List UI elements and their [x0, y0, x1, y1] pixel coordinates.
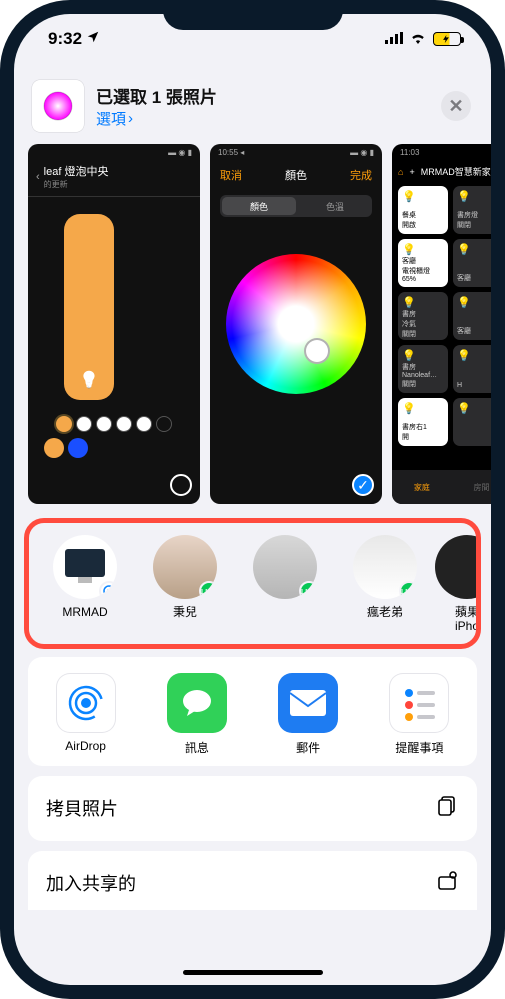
app-label: 提醒事項	[395, 739, 443, 756]
color-presets-row1	[28, 416, 200, 432]
photo-item-3[interactable]: 11:03▬ ◉ ▮ ⌂ + MRMAD智慧新家 💡餐桌 開啟💡書房燈 關閉💡客…	[392, 144, 491, 504]
photo3-home-name: MRMAD智慧新家	[421, 165, 491, 178]
share-contact[interactable]: LINE 瘋老弟	[335, 535, 435, 634]
avatar	[435, 535, 481, 599]
chevron-left-icon: ‹	[36, 171, 40, 183]
share-contact[interactable]: LINE 秉兒	[135, 535, 235, 634]
close-button[interactable]: ✕	[441, 91, 471, 121]
contact-name: 秉兒	[173, 605, 197, 619]
battery-icon	[433, 32, 461, 46]
share-apps-row: AirDrop 訊息 郵件 提醒事項	[28, 657, 477, 766]
close-icon: ✕	[448, 96, 463, 117]
color-wheel-icon	[226, 254, 366, 394]
share-header: 已選取 1 張照片 選項 › ✕	[28, 74, 477, 144]
color-picker-icon	[41, 89, 75, 123]
svg-text:LINE: LINE	[201, 589, 217, 596]
share-suggestions-row: MRMAD LINE 秉兒 LINE LINE 瘋老弟 蘋果 iPho	[24, 518, 481, 649]
share-contact[interactable]: MRMAD	[35, 535, 135, 634]
avatar	[53, 535, 117, 599]
home-icon: ⌂	[398, 167, 403, 177]
status-time: 9:32	[48, 29, 82, 49]
home-tile: 💡客廳 電視櫃燈 65%	[398, 239, 448, 287]
avatar: LINE	[253, 535, 317, 599]
photo-preview-strip[interactable]: ▬ ◉ ▮ ‹ leaf 燈泡中央 的更新	[14, 144, 491, 504]
photo2-cancel: 取消	[220, 167, 242, 183]
chevron-right-icon: ›	[128, 110, 133, 127]
tab-home: 家庭	[414, 482, 430, 493]
color-presets-row2	[28, 438, 200, 458]
screen: 9:32	[14, 14, 491, 985]
header-text: 已選取 1 張照片 選項 ›	[96, 83, 429, 129]
airdrop-badge-icon	[99, 581, 117, 599]
home-tile: 💡餐桌 開啟	[398, 186, 448, 234]
photo1-title: leaf 燈泡中央	[44, 163, 109, 179]
share-contact[interactable]: LINE	[235, 535, 335, 634]
photo1-sub: 的更新	[44, 179, 109, 190]
action-add-shared[interactable]: 加入共享的	[28, 851, 477, 910]
airdrop-icon	[56, 673, 116, 733]
options-label: 選項	[96, 108, 126, 129]
photo-item-2[interactable]: 10:55 ◂▬ ◉ ▮ 取消 顏色 完成 顏色 色溫	[210, 144, 382, 504]
share-app-messages[interactable]: 訊息	[149, 673, 244, 756]
home-tile: 💡書房右1 開	[398, 398, 448, 446]
selection-check[interactable]	[352, 474, 374, 496]
home-tile-grid: 💡餐桌 開啟💡書房燈 關閉💡客廳下燈 90%💡客廳 電視櫃燈 65%💡客廳 💡客…	[392, 182, 491, 450]
reminders-icon	[389, 673, 449, 733]
share-app-reminders[interactable]: 提醒事項	[372, 673, 467, 756]
avatar: LINE	[353, 535, 417, 599]
contact-name: 瘋老弟	[367, 605, 403, 619]
home-tile: 💡客廳	[453, 239, 491, 287]
action-copy-photo[interactable]: 拷貝照片	[28, 776, 477, 841]
device-frame: 9:32	[0, 0, 505, 999]
line-badge-icon: LINE	[399, 581, 417, 599]
selection-check[interactable]	[170, 474, 192, 496]
selected-count-label: 已選取 1 張照片	[96, 83, 429, 108]
app-label: 郵件	[296, 739, 320, 756]
home-indicator[interactable]	[183, 970, 323, 975]
line-badge-icon: LINE	[299, 581, 317, 599]
svg-text:LINE: LINE	[301, 589, 317, 596]
avatar: LINE	[153, 535, 217, 599]
notch	[163, 0, 343, 30]
plus-icon: +	[409, 167, 414, 177]
home-tile: 💡H	[453, 345, 491, 393]
location-arrow-icon	[86, 29, 100, 49]
photo3-tab-bar: 家庭 房間 ◯	[392, 470, 491, 504]
home-tile: 💡	[453, 398, 491, 446]
home-tile: 💡書房燈 關閉	[453, 186, 491, 234]
messages-icon	[167, 673, 227, 733]
contact-name: 蘋果 iPho	[455, 605, 479, 634]
status-left: 9:32	[48, 29, 100, 49]
photo2-done: 完成	[350, 167, 372, 183]
copy-icon	[435, 794, 459, 823]
photo2-tabs: 顏色 色溫	[220, 195, 372, 217]
home-tile: 💡書房 Nanoleaf… 關閉	[398, 345, 448, 393]
svg-text:LINE: LINE	[401, 589, 417, 596]
action-add-shared-label: 加入共享的	[46, 870, 136, 896]
app-label: AirDrop	[65, 739, 106, 753]
selected-photo-thumb[interactable]	[32, 80, 84, 132]
brightness-slider	[64, 214, 114, 400]
line-badge-icon: LINE	[199, 581, 217, 599]
options-button[interactable]: 選項 ›	[96, 108, 429, 129]
share-app-airdrop[interactable]: AirDrop	[38, 673, 133, 756]
home-tile: 💡客廳	[453, 292, 491, 340]
cellular-icon	[385, 29, 403, 49]
photo2-title: 顏色	[285, 167, 307, 183]
share-contact[interactable]: 蘋果 iPho	[435, 535, 481, 634]
photo-item-1[interactable]: ▬ ◉ ▮ ‹ leaf 燈泡中央 的更新	[28, 144, 200, 504]
shared-album-icon	[435, 869, 459, 898]
action-copy-label: 拷貝照片	[46, 795, 118, 821]
contact-name: MRMAD	[62, 605, 107, 619]
app-label: 訊息	[185, 739, 209, 756]
share-app-mail[interactable]: 郵件	[261, 673, 356, 756]
tab-rooms: 房間	[474, 482, 490, 493]
mail-icon	[278, 673, 338, 733]
status-right	[385, 29, 461, 49]
wifi-icon	[409, 29, 427, 49]
home-tile: 💡書房 冷氣 關閉	[398, 292, 448, 340]
